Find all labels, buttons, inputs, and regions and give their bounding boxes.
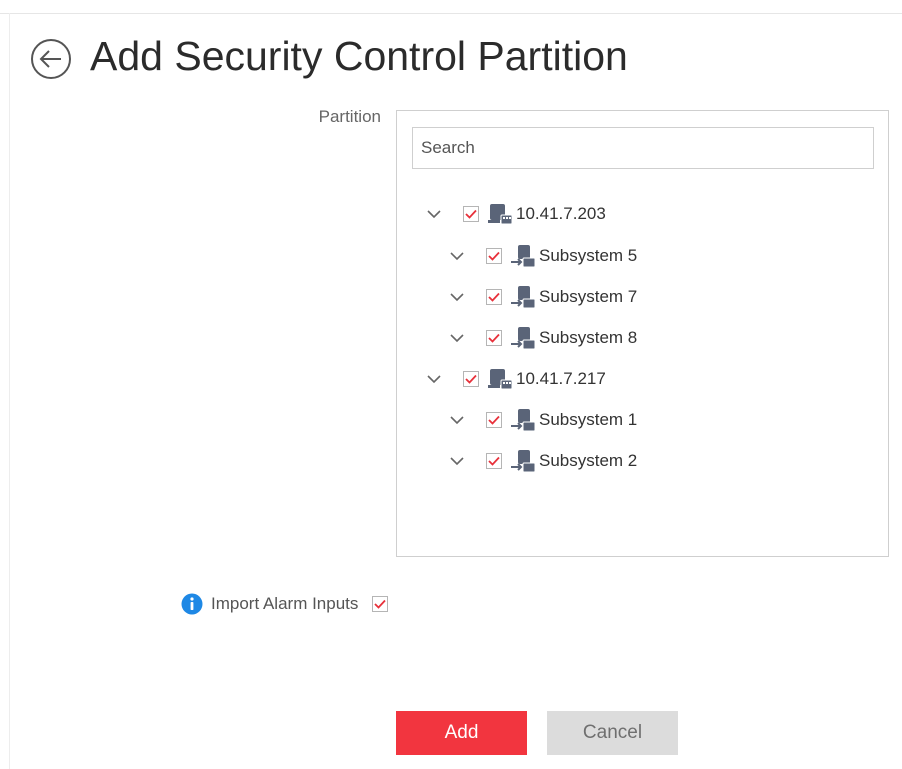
subsystem-icon xyxy=(511,286,536,309)
page: Add Security Control Partition Partition… xyxy=(0,0,902,769)
chevron-down-icon[interactable] xyxy=(448,452,466,470)
subsystem-icon xyxy=(511,450,536,473)
checkmark-icon xyxy=(488,333,500,343)
left-divider xyxy=(9,13,10,769)
chevron-down-icon[interactable] xyxy=(448,411,466,429)
chevron-down-icon[interactable] xyxy=(448,329,466,347)
checkmark-icon xyxy=(488,415,500,425)
node-checkbox[interactable] xyxy=(463,371,479,387)
tree-node-label: Subsystem 1 xyxy=(539,410,638,429)
chevron-down-icon[interactable] xyxy=(425,370,443,388)
checkmark-icon xyxy=(374,599,387,609)
tree-node-label: 10.41.7.203 xyxy=(516,204,606,223)
checkmark-icon xyxy=(465,209,477,219)
partition-tree-panel: 10.41.7.203 Subsystem 5 xyxy=(396,110,889,557)
import-alarm-inputs-checkbox[interactable] xyxy=(372,596,389,612)
checkmark-icon xyxy=(488,251,500,261)
import-alarm-inputs-label: Import Alarm Inputs xyxy=(211,594,359,613)
back-button[interactable] xyxy=(30,38,72,80)
checkmark-icon xyxy=(465,374,477,384)
chevron-down-icon[interactable] xyxy=(425,205,443,223)
node-checkbox[interactable] xyxy=(463,206,479,222)
import-alarm-inputs-row: Import Alarm Inputs xyxy=(181,591,389,617)
top-divider xyxy=(0,13,902,14)
tree-node-device[interactable]: 10.41.7.203 xyxy=(425,202,606,226)
tree-node-subsystem[interactable]: Subsystem 7 xyxy=(448,285,637,309)
tree-node-label: Subsystem 7 xyxy=(539,287,638,306)
cancel-button[interactable]: Cancel xyxy=(547,711,678,755)
node-checkbox[interactable] xyxy=(486,453,502,469)
tree-node-device[interactable]: 10.41.7.217 xyxy=(425,367,606,391)
tree-node-subsystem[interactable]: Subsystem 8 xyxy=(448,326,637,350)
search-input[interactable] xyxy=(412,127,874,169)
tree-node-label: Subsystem 5 xyxy=(539,246,638,265)
node-checkbox[interactable] xyxy=(486,289,502,305)
tree-node-subsystem[interactable]: Subsystem 5 xyxy=(448,244,637,268)
info-icon[interactable] xyxy=(181,593,203,615)
subsystem-icon xyxy=(511,245,536,268)
tree-node-label: 10.41.7.217 xyxy=(516,369,606,388)
device-icon xyxy=(488,369,513,390)
node-checkbox[interactable] xyxy=(486,412,502,428)
subsystem-icon xyxy=(511,409,536,432)
subsystem-icon xyxy=(511,327,536,350)
tree-node-label: Subsystem 8 xyxy=(539,328,638,347)
device-icon xyxy=(488,204,513,225)
node-checkbox[interactable] xyxy=(486,330,502,346)
partition-label: Partition xyxy=(318,107,381,126)
page-title: Add Security Control Partition xyxy=(90,33,628,79)
arrow-left-circle-icon xyxy=(31,39,71,79)
tree-node-subsystem[interactable]: Subsystem 2 xyxy=(448,449,637,473)
tree-node-label: Subsystem 2 xyxy=(539,451,638,470)
chevron-down-icon[interactable] xyxy=(448,288,466,306)
chevron-down-icon[interactable] xyxy=(448,247,466,265)
add-button[interactable]: Add xyxy=(396,711,527,755)
tree-node-subsystem[interactable]: Subsystem 1 xyxy=(448,408,637,432)
checkmark-icon xyxy=(488,456,500,466)
node-checkbox[interactable] xyxy=(486,248,502,264)
checkmark-icon xyxy=(488,292,500,302)
